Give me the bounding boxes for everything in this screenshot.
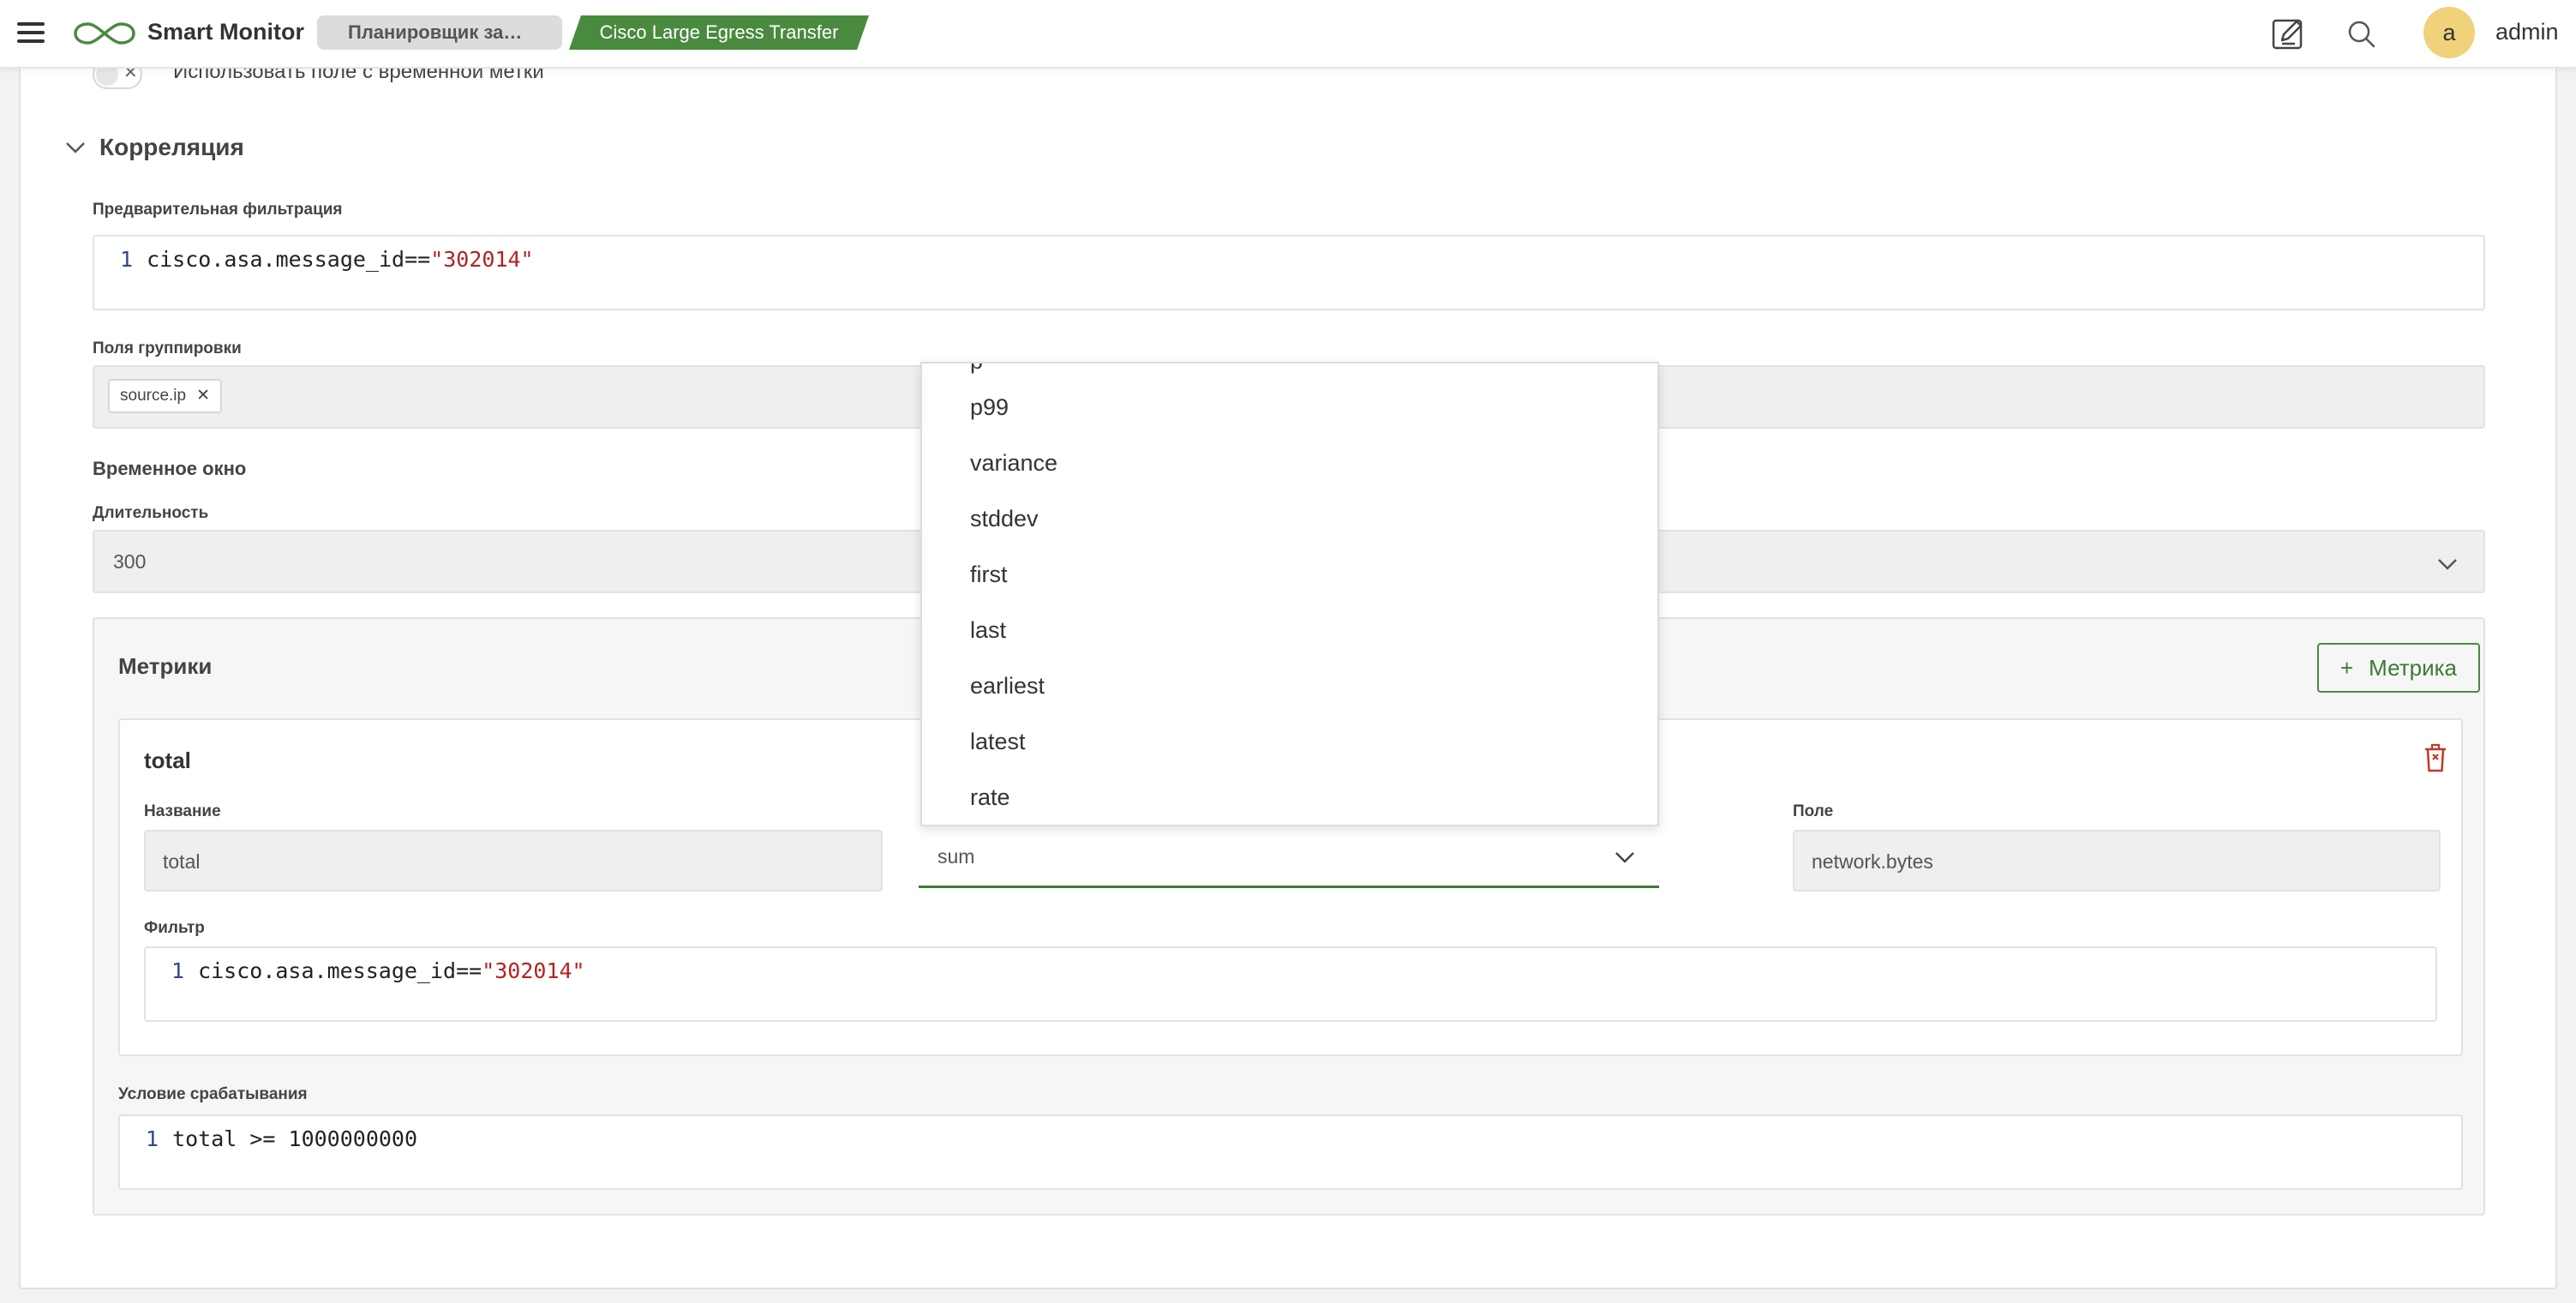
username[interactable]: admin (2495, 19, 2559, 45)
chevron-down-icon (2438, 559, 2457, 570)
metric-name-input[interactable]: total (144, 830, 883, 892)
metric-title: total (144, 748, 191, 773)
code-string: "302014" (430, 247, 534, 272)
plus-icon: + (2339, 655, 2354, 681)
tab-scheduler[interactable]: Планировщик задач (317, 15, 562, 50)
metric-name-label: Название (144, 802, 221, 820)
metrics-title: Метрики (118, 653, 213, 679)
prefilter-editor[interactable]: 1 cisco.asa.message_id=="302014" (93, 235, 2485, 310)
code-text: total >= 1000000000 (172, 1126, 418, 1151)
chip-source-ip: source.ip ✕ (108, 379, 223, 413)
avatar[interactable]: a (2423, 7, 2475, 58)
prefilter-label: Предварительная фильтрация (93, 201, 343, 219)
grouping-label: Поля группировки (93, 339, 242, 357)
app-title: Smart Monitor (147, 19, 305, 45)
metric-field-value: network.bytes (1812, 850, 1933, 873)
line-number: 1 (146, 1126, 159, 1151)
trash-icon[interactable] (2420, 742, 2451, 773)
metric-function-select[interactable]: sum (919, 826, 1659, 888)
edit-icon[interactable] (2269, 15, 2307, 53)
duration-label: Длительность (93, 504, 209, 522)
metric-function-value: sum (938, 845, 975, 868)
top-bar: Smart Monitor Планировщик задач Cisco La… (0, 0, 2576, 69)
chip-label: source.ip (120, 387, 187, 405)
correlation-title: Корреляция (99, 134, 244, 160)
search-icon[interactable] (2343, 15, 2381, 53)
code-text: cisco.asa.message_id== (198, 958, 482, 983)
code-text: cisco.asa.message_id== (147, 247, 431, 272)
menu-icon[interactable] (17, 19, 45, 46)
correlation-section-header[interactable]: Корреляция (63, 129, 286, 166)
function-dropdown-list[interactable]: p p99 variance stddev first last earlies… (920, 362, 1659, 826)
chevron-down-icon (66, 142, 85, 153)
trigger-condition-editor[interactable]: 1 total >= 1000000000 (118, 1114, 2463, 1190)
chevron-down-icon (1615, 852, 1634, 863)
line-number: 1 (171, 958, 185, 983)
metric-filter-editor[interactable]: 1 cisco.asa.message_id=="302014" (144, 946, 2437, 1022)
code-string: "302014" (482, 958, 585, 983)
dropdown-option-partial[interactable]: p (970, 363, 983, 375)
dropdown-option-first[interactable]: first (970, 561, 1008, 588)
logo-icon (74, 22, 135, 45)
add-metric-label: Метрика (2369, 655, 2458, 681)
time-window-title: Временное окно (93, 458, 247, 479)
dropdown-option-variance[interactable]: variance (970, 450, 1057, 477)
dropdown-option-last[interactable]: last (970, 617, 1006, 644)
line-number: 1 (120, 247, 134, 272)
trigger-condition-label: Условие срабатывания (118, 1085, 308, 1103)
dropdown-option-p99[interactable]: p99 (970, 394, 1009, 421)
add-metric-button[interactable]: + Метрика (2317, 643, 2480, 693)
tab-cisco-large-egress-transfer[interactable]: Cisco Large Egress Transfer (569, 15, 869, 50)
dropdown-option-latest[interactable]: latest (970, 729, 1026, 755)
metric-name-value: total (163, 850, 201, 873)
metric-field-input[interactable]: network.bytes (1793, 830, 2441, 892)
dropdown-option-earliest[interactable]: earliest (970, 673, 1045, 700)
metric-field-label: Поле (1793, 802, 1834, 820)
dropdown-option-stddev[interactable]: stddev (970, 506, 1039, 532)
dropdown-option-rate[interactable]: rate (970, 784, 1010, 811)
duration-value: 300 (113, 550, 147, 573)
chip-remove-icon[interactable]: ✕ (196, 387, 210, 405)
metric-filter-label: Фильтр (144, 919, 205, 937)
